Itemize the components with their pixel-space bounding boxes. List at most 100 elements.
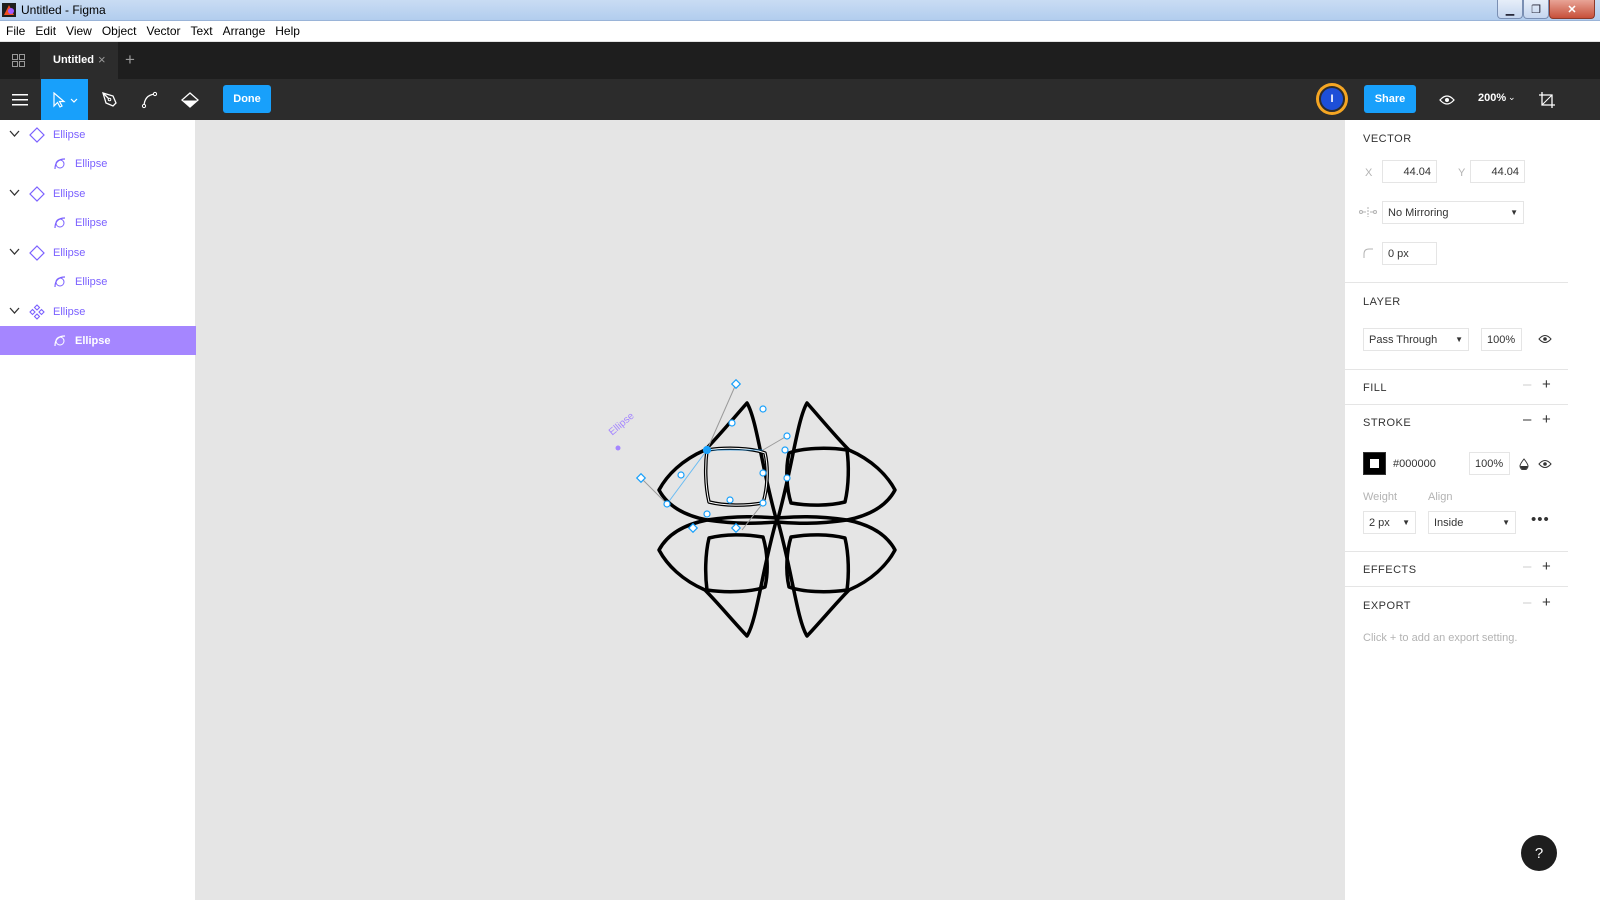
chevron-down-icon[interactable] — [9, 305, 20, 316]
bend-icon — [141, 91, 158, 108]
add-stroke-button[interactable]: + — [1542, 411, 1551, 428]
remove-export-button[interactable]: – — [1523, 594, 1531, 611]
preview-button[interactable] — [1432, 79, 1462, 120]
menu-object[interactable]: Object — [102, 24, 137, 38]
more-options-icon[interactable]: ••• — [1531, 511, 1550, 528]
menu-view[interactable]: View — [66, 24, 92, 38]
vector-section-title: VECTOR — [1363, 133, 1412, 145]
chevron-down-icon[interactable]: ⌄ — [1508, 92, 1516, 103]
menu-bar: File Edit View Object Vector Text Arrang… — [0, 21, 1600, 42]
zoom-level[interactable]: 200% — [1478, 92, 1506, 104]
stroke-color-swatch[interactable] — [1363, 452, 1386, 475]
paint-bucket-tool-button[interactable] — [172, 79, 208, 120]
menu-file[interactable]: File — [6, 24, 25, 38]
remove-stroke-button[interactable]: – — [1523, 411, 1531, 428]
layer-row[interactable]: Ellipse — [0, 297, 196, 326]
stroke-align-select[interactable]: Inside ▼ — [1428, 511, 1516, 534]
y-label: Y — [1458, 167, 1466, 179]
layer-row[interactable]: Ellipse — [0, 149, 196, 178]
layer-row-selected[interactable]: Ellipse — [0, 326, 196, 355]
stroke-section-title: STROKE — [1363, 417, 1412, 429]
add-export-button[interactable]: + — [1542, 594, 1551, 611]
window-title: Untitled - Figma — [21, 3, 106, 17]
vector-icon — [54, 217, 66, 229]
mirroring-select[interactable]: No Mirroring ▼ — [1382, 201, 1524, 224]
add-effect-button[interactable]: + — [1542, 558, 1551, 575]
stroke-align-value: Inside — [1434, 516, 1464, 529]
blend-mode-select[interactable]: Pass Through ▼ — [1363, 328, 1469, 351]
eye-icon[interactable] — [1538, 459, 1552, 469]
vector-icon — [54, 276, 66, 288]
chevron-down-icon[interactable] — [9, 246, 20, 257]
layer-opacity-input[interactable]: 100% — [1481, 328, 1522, 351]
done-button[interactable]: Done — [223, 85, 271, 113]
file-browser-grid-icon[interactable] — [12, 54, 25, 67]
move-tool-button[interactable] — [41, 79, 88, 120]
chevron-down-icon: ▼ — [1502, 518, 1510, 527]
remove-fill-button[interactable]: – — [1523, 376, 1531, 393]
corner-radius-input[interactable]: 0 px — [1382, 242, 1437, 265]
add-fill-button[interactable]: + — [1542, 376, 1551, 393]
cursor-arrow-icon — [52, 91, 77, 108]
right-edge-strip — [1568, 120, 1600, 900]
stroke-weight-value: 2 px — [1369, 516, 1390, 529]
main-menu-button[interactable] — [0, 79, 40, 120]
menu-help[interactable]: Help — [275, 24, 300, 38]
menu-vector[interactable]: Vector — [147, 24, 181, 38]
remove-effect-button[interactable]: – — [1523, 558, 1531, 575]
stroke-color-hex[interactable]: #000000 — [1393, 458, 1436, 470]
minimize-button[interactable]: ▁ — [1497, 0, 1523, 19]
divider — [1345, 369, 1569, 370]
divider — [1345, 551, 1569, 552]
eye-icon — [1439, 94, 1455, 105]
hamburger-icon — [12, 93, 28, 105]
stroke-weight-select[interactable]: 2 px ▼ — [1363, 511, 1416, 534]
component-icon — [29, 127, 45, 143]
divider — [1345, 282, 1569, 283]
mirroring-icon — [1359, 207, 1377, 217]
menu-arrange[interactable]: Arrange — [223, 24, 266, 38]
four-leaf-shape[interactable] — [657, 401, 897, 638]
blend-drop-icon[interactable] — [1519, 458, 1529, 470]
chevron-down-icon[interactable] — [9, 187, 20, 198]
tab-close-icon[interactable]: × — [98, 52, 106, 67]
chevron-down-icon: ▼ — [1510, 208, 1518, 217]
layer-row[interactable]: Ellipse — [0, 120, 196, 149]
frame-crop-button[interactable] — [1532, 79, 1562, 120]
paint-bucket-icon — [181, 91, 199, 108]
effects-section-title: EFFECTS — [1363, 564, 1417, 576]
tab-untitled[interactable]: Untitled × — [40, 42, 118, 79]
divider — [1345, 404, 1569, 405]
tab-label: Untitled — [53, 54, 94, 66]
menu-text[interactable]: Text — [191, 24, 213, 38]
mirroring-value: No Mirroring — [1388, 206, 1449, 219]
maximize-button[interactable]: ❐ — [1523, 0, 1549, 19]
new-tab-button[interactable]: + — [125, 50, 135, 70]
component-icon — [29, 245, 45, 261]
pen-tool-button[interactable] — [92, 79, 128, 120]
layer-row[interactable]: Ellipse — [0, 238, 196, 267]
eye-icon[interactable] — [1538, 334, 1552, 344]
figma-app-icon — [2, 3, 16, 17]
close-window-button[interactable]: ✕ — [1549, 0, 1595, 19]
chevron-down-icon[interactable] — [9, 128, 20, 139]
master-component-icon — [29, 304, 45, 320]
layer-name: Ellipse — [75, 217, 108, 229]
avatar[interactable]: I — [1316, 83, 1348, 115]
y-input[interactable]: 44.04 — [1470, 160, 1525, 183]
layer-row[interactable]: Ellipse — [0, 267, 196, 296]
export-section-title: EXPORT — [1363, 600, 1412, 612]
share-button[interactable]: Share — [1364, 85, 1416, 113]
bend-tool-button[interactable] — [132, 79, 168, 120]
help-button[interactable]: ? — [1521, 835, 1557, 871]
layer-row[interactable]: Ellipse — [0, 179, 196, 208]
avatar-initial: I — [1319, 86, 1345, 112]
chevron-down-icon: ▼ — [1402, 518, 1410, 527]
layer-row[interactable]: Ellipse — [0, 208, 196, 237]
menu-edit[interactable]: Edit — [35, 24, 56, 38]
canvas[interactable]: Ellipse — [197, 120, 1344, 900]
x-input[interactable]: 44.04 — [1382, 160, 1437, 183]
stroke-opacity-input[interactable]: 100% — [1469, 452, 1510, 475]
canvas-artwork[interactable] — [197, 120, 1344, 900]
layer-name: Ellipse — [75, 158, 108, 170]
